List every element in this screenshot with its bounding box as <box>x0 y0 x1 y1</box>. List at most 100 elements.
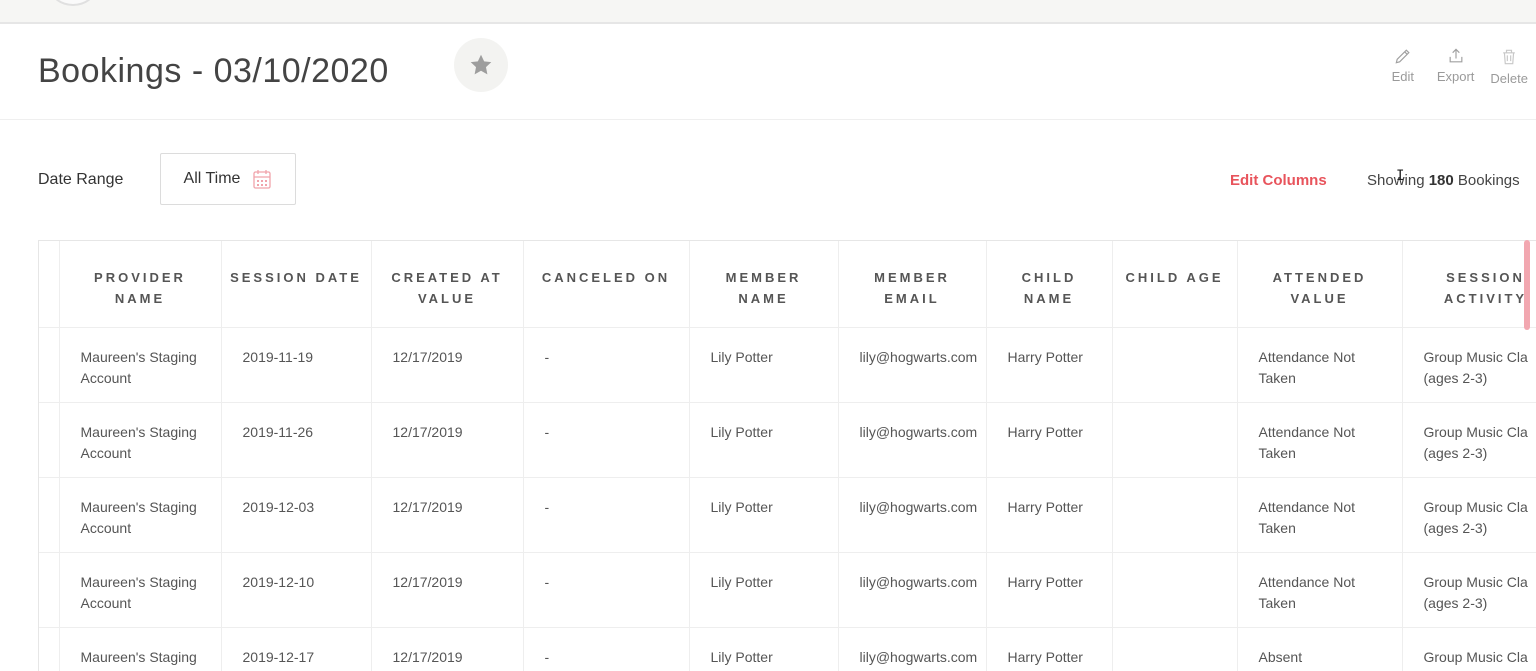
table-cell: Attendance Not Taken <box>1237 477 1403 553</box>
export-label: Export <box>1436 69 1475 84</box>
table-cell: Lily Potter <box>689 327 839 403</box>
results-count: Showing 180 Bookings <box>1367 172 1520 189</box>
table-row[interactable]: Maureen's Staging Account 2019-12-03 12/… <box>39 477 1536 553</box>
pencil-icon <box>1395 49 1410 64</box>
column-header[interactable]: PROVIDER NAME <box>59 241 222 328</box>
column-header[interactable]: SESSION DATE <box>221 241 372 328</box>
date-range-picker[interactable]: All Time <box>160 153 296 205</box>
table-cell <box>1112 552 1238 628</box>
date-range-value: All Time <box>183 170 241 187</box>
star-icon <box>470 54 492 75</box>
table-cell: - <box>523 627 690 671</box>
bookings-table: PROVIDER NAME SESSION DATE CREATED AT VA… <box>38 240 1536 671</box>
table-cell: Harry Potter <box>986 477 1113 553</box>
column-header[interactable]: SESSION ACTIVITY <box>1402 241 1536 328</box>
table-cell: lily@hogwarts.com <box>838 552 987 628</box>
table-cell: Maureen's Staging Account <box>59 402 222 478</box>
header-actions: Edit Export Delete <box>1385 46 1528 86</box>
delete-label: Delete <box>1490 71 1528 86</box>
table-cell: Lily Potter <box>689 627 839 671</box>
trash-icon <box>1503 49 1516 65</box>
table-cell: Harry Potter <box>986 327 1113 403</box>
calendar-icon <box>253 170 272 189</box>
delete-button[interactable]: Delete <box>1490 46 1528 86</box>
top-strip <box>0 0 1536 24</box>
row-select-cell[interactable] <box>39 402 60 478</box>
table-cell: - <box>523 327 690 403</box>
date-range-label: Date Range <box>38 171 124 188</box>
column-header[interactable]: CHILD NAME <box>986 241 1113 328</box>
edit-label: Edit <box>1391 69 1415 84</box>
table-header-row: PROVIDER NAME SESSION DATE CREATED AT VA… <box>39 241 1536 328</box>
table-cell: 2019-11-26 <box>221 402 372 478</box>
column-header[interactable]: ATTENDED VALUE <box>1237 241 1403 328</box>
table-cell: 12/17/2019 <box>371 477 524 553</box>
table-cell <box>1112 327 1238 403</box>
column-header[interactable]: CHILD AGE <box>1112 241 1238 328</box>
table-cell: Group Music Cla (ages 2-3) <box>1402 327 1536 403</box>
column-header[interactable]: CANCELED ON <box>523 241 690 328</box>
table-cell: Attendance Not Taken <box>1237 327 1403 403</box>
table-cell: Maureen's Staging Account <box>59 477 222 553</box>
table-cell: 2019-12-10 <box>221 552 372 628</box>
page-title: Bookings - 03/10/2020 <box>38 52 389 90</box>
table-row[interactable]: Maureen's Staging Account 2019-12-10 12/… <box>39 552 1536 628</box>
table-cell: Absent <box>1237 627 1403 671</box>
showing-suffix: Bookings <box>1457 172 1520 189</box>
edit-button[interactable]: Edit <box>1385 46 1421 86</box>
table-cell: 2019-12-03 <box>221 477 372 553</box>
table-cell: 12/17/2019 <box>371 327 524 403</box>
table-cell: Attendance Not Taken <box>1237 402 1403 478</box>
table-cell: Harry Potter <box>986 552 1113 628</box>
table-scrollbar[interactable] <box>1524 240 1530 330</box>
table-cell: Group Music Cla (ages 2-3) <box>1402 477 1536 553</box>
row-select-cell[interactable] <box>39 552 60 628</box>
table-cell: Harry Potter <box>986 402 1113 478</box>
favorite-button[interactable] <box>454 38 508 92</box>
table-cell: Group Music Cla (ages 2-3) <box>1402 552 1536 628</box>
table-row[interactable]: Maureen's Staging Account 2019-11-26 12/… <box>39 402 1536 478</box>
table-cell: - <box>523 477 690 553</box>
table-cell: Lily Potter <box>689 552 839 628</box>
export-icon <box>1449 48 1463 63</box>
table-cell <box>1112 402 1238 478</box>
table-cell: lily@hogwarts.com <box>838 327 987 403</box>
export-button[interactable]: Export <box>1436 46 1475 86</box>
table-cell: 12/17/2019 <box>371 627 524 671</box>
table-row[interactable]: Maureen's Staging 2019-12-17 12/17/2019 … <box>39 627 1536 671</box>
row-select-cell[interactable] <box>39 627 60 671</box>
edit-columns-link[interactable]: Edit Columns <box>1230 172 1327 189</box>
table-cell: 12/17/2019 <box>371 552 524 628</box>
page-header: Bookings - 03/10/2020 Edit Export Delete <box>0 24 1536 120</box>
avatar[interactable] <box>50 0 96 6</box>
column-header[interactable]: MEMBER EMAIL <box>838 241 987 328</box>
table-cell <box>1112 627 1238 671</box>
table-cell <box>1112 477 1238 553</box>
table-cell: - <box>523 552 690 628</box>
table-cell: lily@hogwarts.com <box>838 402 987 478</box>
table-cell: Group Music Cla (ages 2-3) <box>1402 402 1536 478</box>
table-cell: Lily Potter <box>689 477 839 553</box>
row-select-cell[interactable] <box>39 327 60 403</box>
table-cell: 2019-12-17 <box>221 627 372 671</box>
table-cell: Attendance Not Taken <box>1237 552 1403 628</box>
table-cell: Maureen's Staging <box>59 627 222 671</box>
row-select-cell[interactable] <box>39 477 60 553</box>
table-row[interactable]: Maureen's Staging Account 2019-11-19 12/… <box>39 327 1536 403</box>
text-cursor-icon: I <box>1396 168 1405 184</box>
table-cell: Lily Potter <box>689 402 839 478</box>
showing-count: 180 <box>1428 172 1454 189</box>
row-select-header <box>39 241 60 328</box>
table-cell: - <box>523 402 690 478</box>
table-cell: 2019-11-19 <box>221 327 372 403</box>
column-header[interactable]: CREATED AT VALUE <box>371 241 524 328</box>
table-cell: 12/17/2019 <box>371 402 524 478</box>
table-cell: Maureen's Staging Account <box>59 552 222 628</box>
filter-bar: Date Range All Time Edit Columns Showing… <box>0 120 1536 240</box>
table-cell: Group Music Cla <box>1402 627 1536 671</box>
column-header[interactable]: MEMBER NAME <box>689 241 839 328</box>
table-cell: lily@hogwarts.com <box>838 627 987 671</box>
table-cell: Harry Potter <box>986 627 1113 671</box>
table-cell: Maureen's Staging Account <box>59 327 222 403</box>
table-cell: lily@hogwarts.com <box>838 477 987 553</box>
